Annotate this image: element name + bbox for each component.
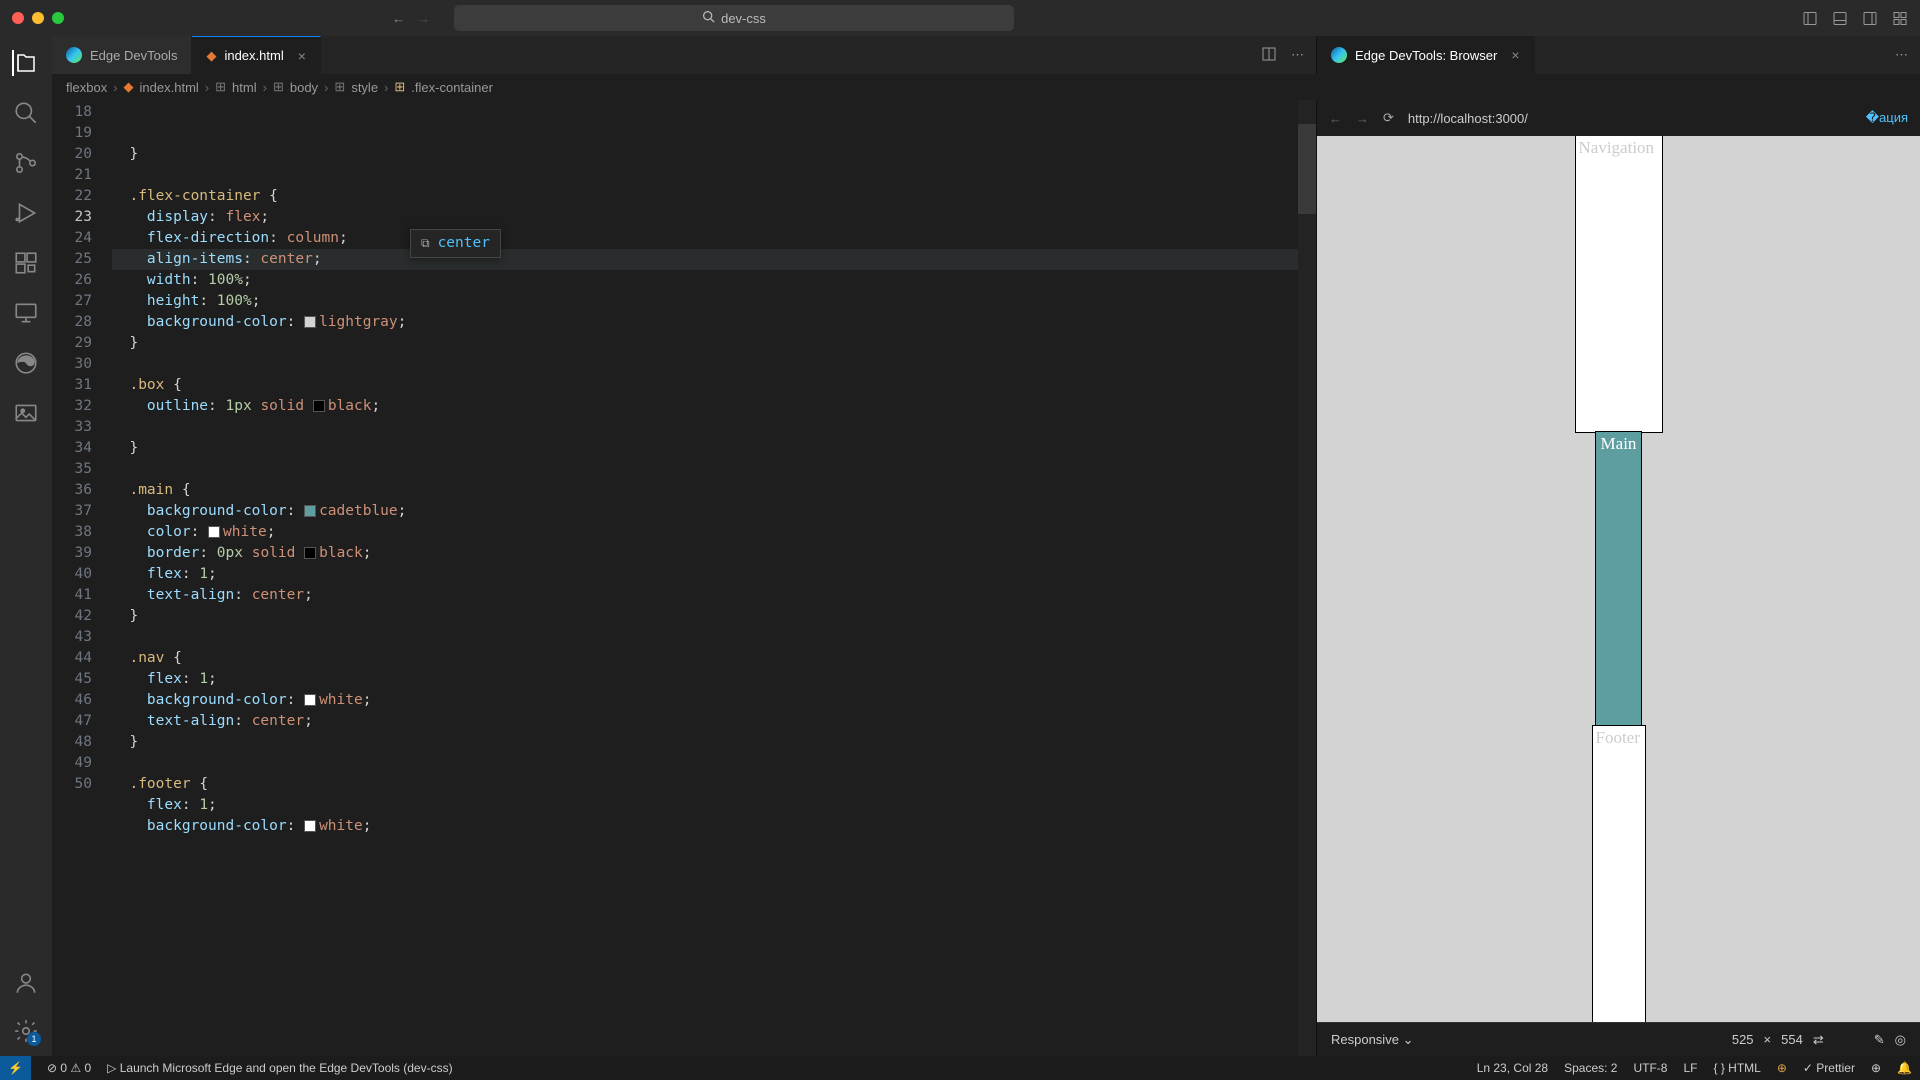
nav-back-icon[interactable]: ← (392, 11, 405, 26)
crumb[interactable]: index.html (140, 80, 199, 95)
browser-back-icon[interactable]: ← (1329, 111, 1342, 126)
feedback-icon[interactable]: ⊕ (1871, 1061, 1881, 1075)
minimap-thumb[interactable] (1298, 124, 1316, 214)
breadcrumb[interactable]: flexbox ◆index.html ⊞html ⊞body ⊞style ⊞… (52, 74, 1920, 100)
viewport-width[interactable]: 525 (1732, 1032, 1754, 1047)
html-file-icon: ◆ (206, 48, 216, 64)
problems-indicator[interactable]: ⊘ 0 ⚠ 0 (47, 1061, 91, 1075)
prettier-status[interactable]: ✓ Prettier (1803, 1061, 1855, 1075)
tab-label: Edge DevTools (90, 48, 177, 63)
minimap[interactable] (1298, 100, 1316, 1056)
status-bar: ⚡ ⊘ 0 ⚠ 0 ▷ Launch Microsoft Edge and op… (0, 1056, 1920, 1080)
crumb[interactable]: html (232, 80, 257, 95)
layout-left-icon[interactable] (1802, 9, 1818, 28)
titlebar: ← → dev-css (0, 0, 1920, 36)
nav-forward-icon[interactable]: → (417, 11, 430, 26)
language-mode[interactable]: { } HTML (1713, 1061, 1760, 1075)
crumb[interactable]: .flex-container (411, 80, 493, 95)
tab-edge-devtools[interactable]: Edge DevTools (52, 36, 192, 74)
search-icon (702, 10, 715, 26)
remote-indicator[interactable]: ⚡ (0, 1056, 31, 1080)
browser-forward-icon[interactable]: → (1356, 111, 1369, 126)
search-text: dev-css (721, 11, 766, 26)
more-actions-icon[interactable]: ⋯ (1895, 47, 1908, 63)
settings-icon[interactable]: 1 (13, 1018, 39, 1044)
tab-label: index.html (224, 48, 283, 63)
device-selector[interactable]: Responsive ⌄ (1331, 1032, 1413, 1048)
close-tab-icon[interactable]: × (1511, 47, 1519, 63)
crumb[interactable]: style (351, 80, 378, 95)
indentation[interactable]: Spaces: 2 (1564, 1061, 1617, 1075)
code-content[interactable]: } .flex-container { display: flex; flex-… (112, 100, 1316, 1056)
rotate-icon[interactable]: ⇄ (1813, 1032, 1824, 1048)
go-live-icon[interactable]: ⊕ (1777, 1061, 1787, 1075)
tab-index-html[interactable]: ◆ index.html × (192, 36, 320, 74)
run-debug-icon[interactable] (13, 200, 39, 226)
inspect-icon[interactable]: �ация (1866, 110, 1908, 126)
bell-icon[interactable]: 🔔 (1897, 1061, 1912, 1075)
tab-bar: Edge DevTools ◆ index.html × ⋯ Edge DevT… (52, 36, 1920, 74)
close-tab-icon[interactable]: × (298, 48, 306, 64)
eyedropper-icon[interactable]: ✎ (1874, 1032, 1885, 1048)
settings-badge: 1 (27, 1032, 41, 1046)
preview-footer-box: Footer (1593, 726, 1645, 1022)
cursor-position[interactable]: Ln 23, Col 28 (1477, 1061, 1548, 1075)
target-icon[interactable]: ◎ (1895, 1032, 1906, 1048)
minimize-window-button[interactable] (32, 12, 44, 24)
close-window-button[interactable] (12, 12, 24, 24)
browser-viewport[interactable]: Navigation Main Footer (1317, 136, 1920, 1022)
image-icon[interactable] (13, 400, 39, 426)
browser-preview-pane: ← → ⟳ http://localhost:3000/ �ация Navig… (1316, 100, 1920, 1056)
browser-toolbar: ← → ⟳ http://localhost:3000/ �ация (1317, 100, 1920, 136)
chevron-down-icon: ⌄ (1403, 1032, 1414, 1047)
device-toolbar: Responsive ⌄ 525 × 554 ⇄ ✎ ◎ (1317, 1022, 1920, 1056)
line-gutter: 1819202122232425262728293031323334353637… (52, 100, 112, 1056)
launch-hint[interactable]: ▷ Launch Microsoft Edge and open the Edg… (107, 1061, 452, 1075)
layout-bottom-icon[interactable] (1832, 9, 1848, 28)
crumb[interactable]: body (290, 80, 318, 95)
autocomplete-popup[interactable]: ⧉ center (410, 229, 501, 258)
crumb[interactable]: flexbox (66, 80, 107, 95)
layout-grid-icon[interactable] (1892, 9, 1908, 28)
explorer-icon[interactable] (12, 50, 38, 76)
split-editor-icon[interactable] (1261, 46, 1277, 65)
preview-nav-box: Navigation (1576, 136, 1662, 432)
more-actions-icon[interactable]: ⋯ (1291, 47, 1304, 63)
eol[interactable]: LF (1683, 1061, 1697, 1075)
url-bar[interactable]: http://localhost:3000/ (1408, 111, 1852, 126)
source-control-icon[interactable] (13, 150, 39, 176)
suggestion-icon: ⧉ (421, 233, 430, 254)
edge-icon (66, 47, 82, 63)
extensions-icon[interactable] (13, 250, 39, 276)
search-icon[interactable] (13, 100, 39, 126)
encoding[interactable]: UTF-8 (1633, 1061, 1667, 1075)
tab-edge-devtools-browser[interactable]: Edge DevTools: Browser × (1317, 36, 1535, 74)
suggestion-label[interactable]: center (438, 233, 490, 254)
layout-right-icon[interactable] (1862, 9, 1878, 28)
code-editor[interactable]: 1819202122232425262728293031323334353637… (52, 100, 1316, 1056)
maximize-window-button[interactable] (52, 12, 64, 24)
account-icon[interactable] (13, 970, 39, 996)
remote-explorer-icon[interactable] (13, 300, 39, 326)
window-controls (12, 12, 64, 24)
edge-devtools-icon[interactable] (13, 350, 39, 376)
dimensions-separator: × (1764, 1032, 1772, 1047)
tab-label: Edge DevTools: Browser (1355, 48, 1497, 63)
edge-icon (1331, 47, 1347, 63)
preview-main-box: Main (1596, 432, 1641, 726)
viewport-height[interactable]: 554 (1781, 1032, 1803, 1047)
activity-bar: 1 (0, 36, 52, 1056)
browser-reload-icon[interactable]: ⟳ (1383, 110, 1394, 126)
command-center[interactable]: dev-css (454, 5, 1014, 31)
